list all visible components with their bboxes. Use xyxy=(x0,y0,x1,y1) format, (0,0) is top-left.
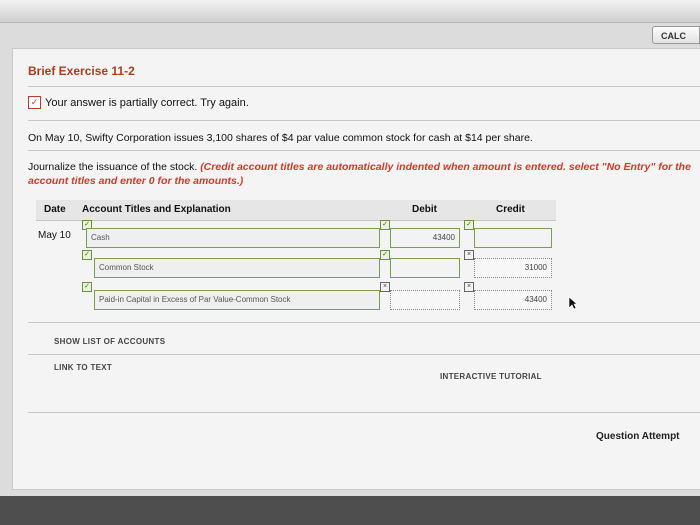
check-icon: ✓ xyxy=(82,250,92,260)
answer-status-text: Your answer is partially correct. Try ag… xyxy=(45,96,249,109)
browser-top-bar xyxy=(0,0,700,23)
link-to-text[interactable]: LINK TO TEXT xyxy=(54,363,112,372)
debit-input-row-3[interactable] xyxy=(390,290,460,310)
cursor-icon xyxy=(568,296,578,315)
journal-table: Date Account Titles and Explanation Debi… xyxy=(36,200,556,310)
x-icon: × xyxy=(464,282,474,292)
credit-header: Credit xyxy=(496,204,525,215)
exercise-title: Brief Exercise 11-2 xyxy=(28,64,135,78)
entry-date: May 10 xyxy=(38,230,71,241)
question-attempts-label: Question Attempt xyxy=(596,431,680,442)
divider xyxy=(28,354,700,355)
bottom-bar xyxy=(0,496,700,525)
interactive-tutorial-link[interactable]: INTERACTIVE TUTORIAL xyxy=(440,372,542,381)
question-text: On May 10, Swifty Corporation issues 3,1… xyxy=(28,132,533,144)
x-icon: × xyxy=(464,250,474,260)
credit-input-row-1[interactable] xyxy=(474,228,552,248)
check-icon: ✓ xyxy=(380,250,390,260)
instructions-plain: Journalize the issuance of the stock. xyxy=(28,161,198,173)
partial-answer-icon: ✓ xyxy=(28,96,41,109)
check-icon: ✓ xyxy=(82,282,92,292)
divider xyxy=(28,412,700,413)
account-header: Account Titles and Explanation xyxy=(82,204,231,215)
credit-input-row-2[interactable]: 31000 xyxy=(474,258,552,278)
credit-input-row-3[interactable]: 43400 xyxy=(474,290,552,310)
debit-input-row-1[interactable]: 43400 xyxy=(390,228,460,248)
divider xyxy=(28,86,700,87)
debit-header: Debit xyxy=(412,204,437,215)
debit-input-row-2[interactable] xyxy=(390,258,460,278)
account-input-row-1[interactable]: Cash xyxy=(86,228,380,248)
account-input-row-2[interactable]: Common Stock xyxy=(94,258,380,278)
check-icon: ✓ xyxy=(380,220,390,230)
x-icon: × xyxy=(380,282,390,292)
calculator-button[interactable]: CALC xyxy=(652,26,700,44)
instructions: Journalize the issuance of the stock. (C… xyxy=(28,160,700,188)
divider xyxy=(28,150,700,151)
journal-header: Date Account Titles and Explanation Debi… xyxy=(36,200,556,221)
date-header: Date xyxy=(44,204,66,215)
account-input-row-3[interactable]: Paid-in Capital in Excess of Par Value-C… xyxy=(94,290,380,310)
show-list-of-accounts-link[interactable]: SHOW LIST OF ACCOUNTS xyxy=(54,337,165,346)
divider xyxy=(28,120,700,121)
divider xyxy=(28,322,700,323)
check-icon: ✓ xyxy=(464,220,474,230)
answer-status: ✓ Your answer is partially correct. Try … xyxy=(28,96,249,109)
